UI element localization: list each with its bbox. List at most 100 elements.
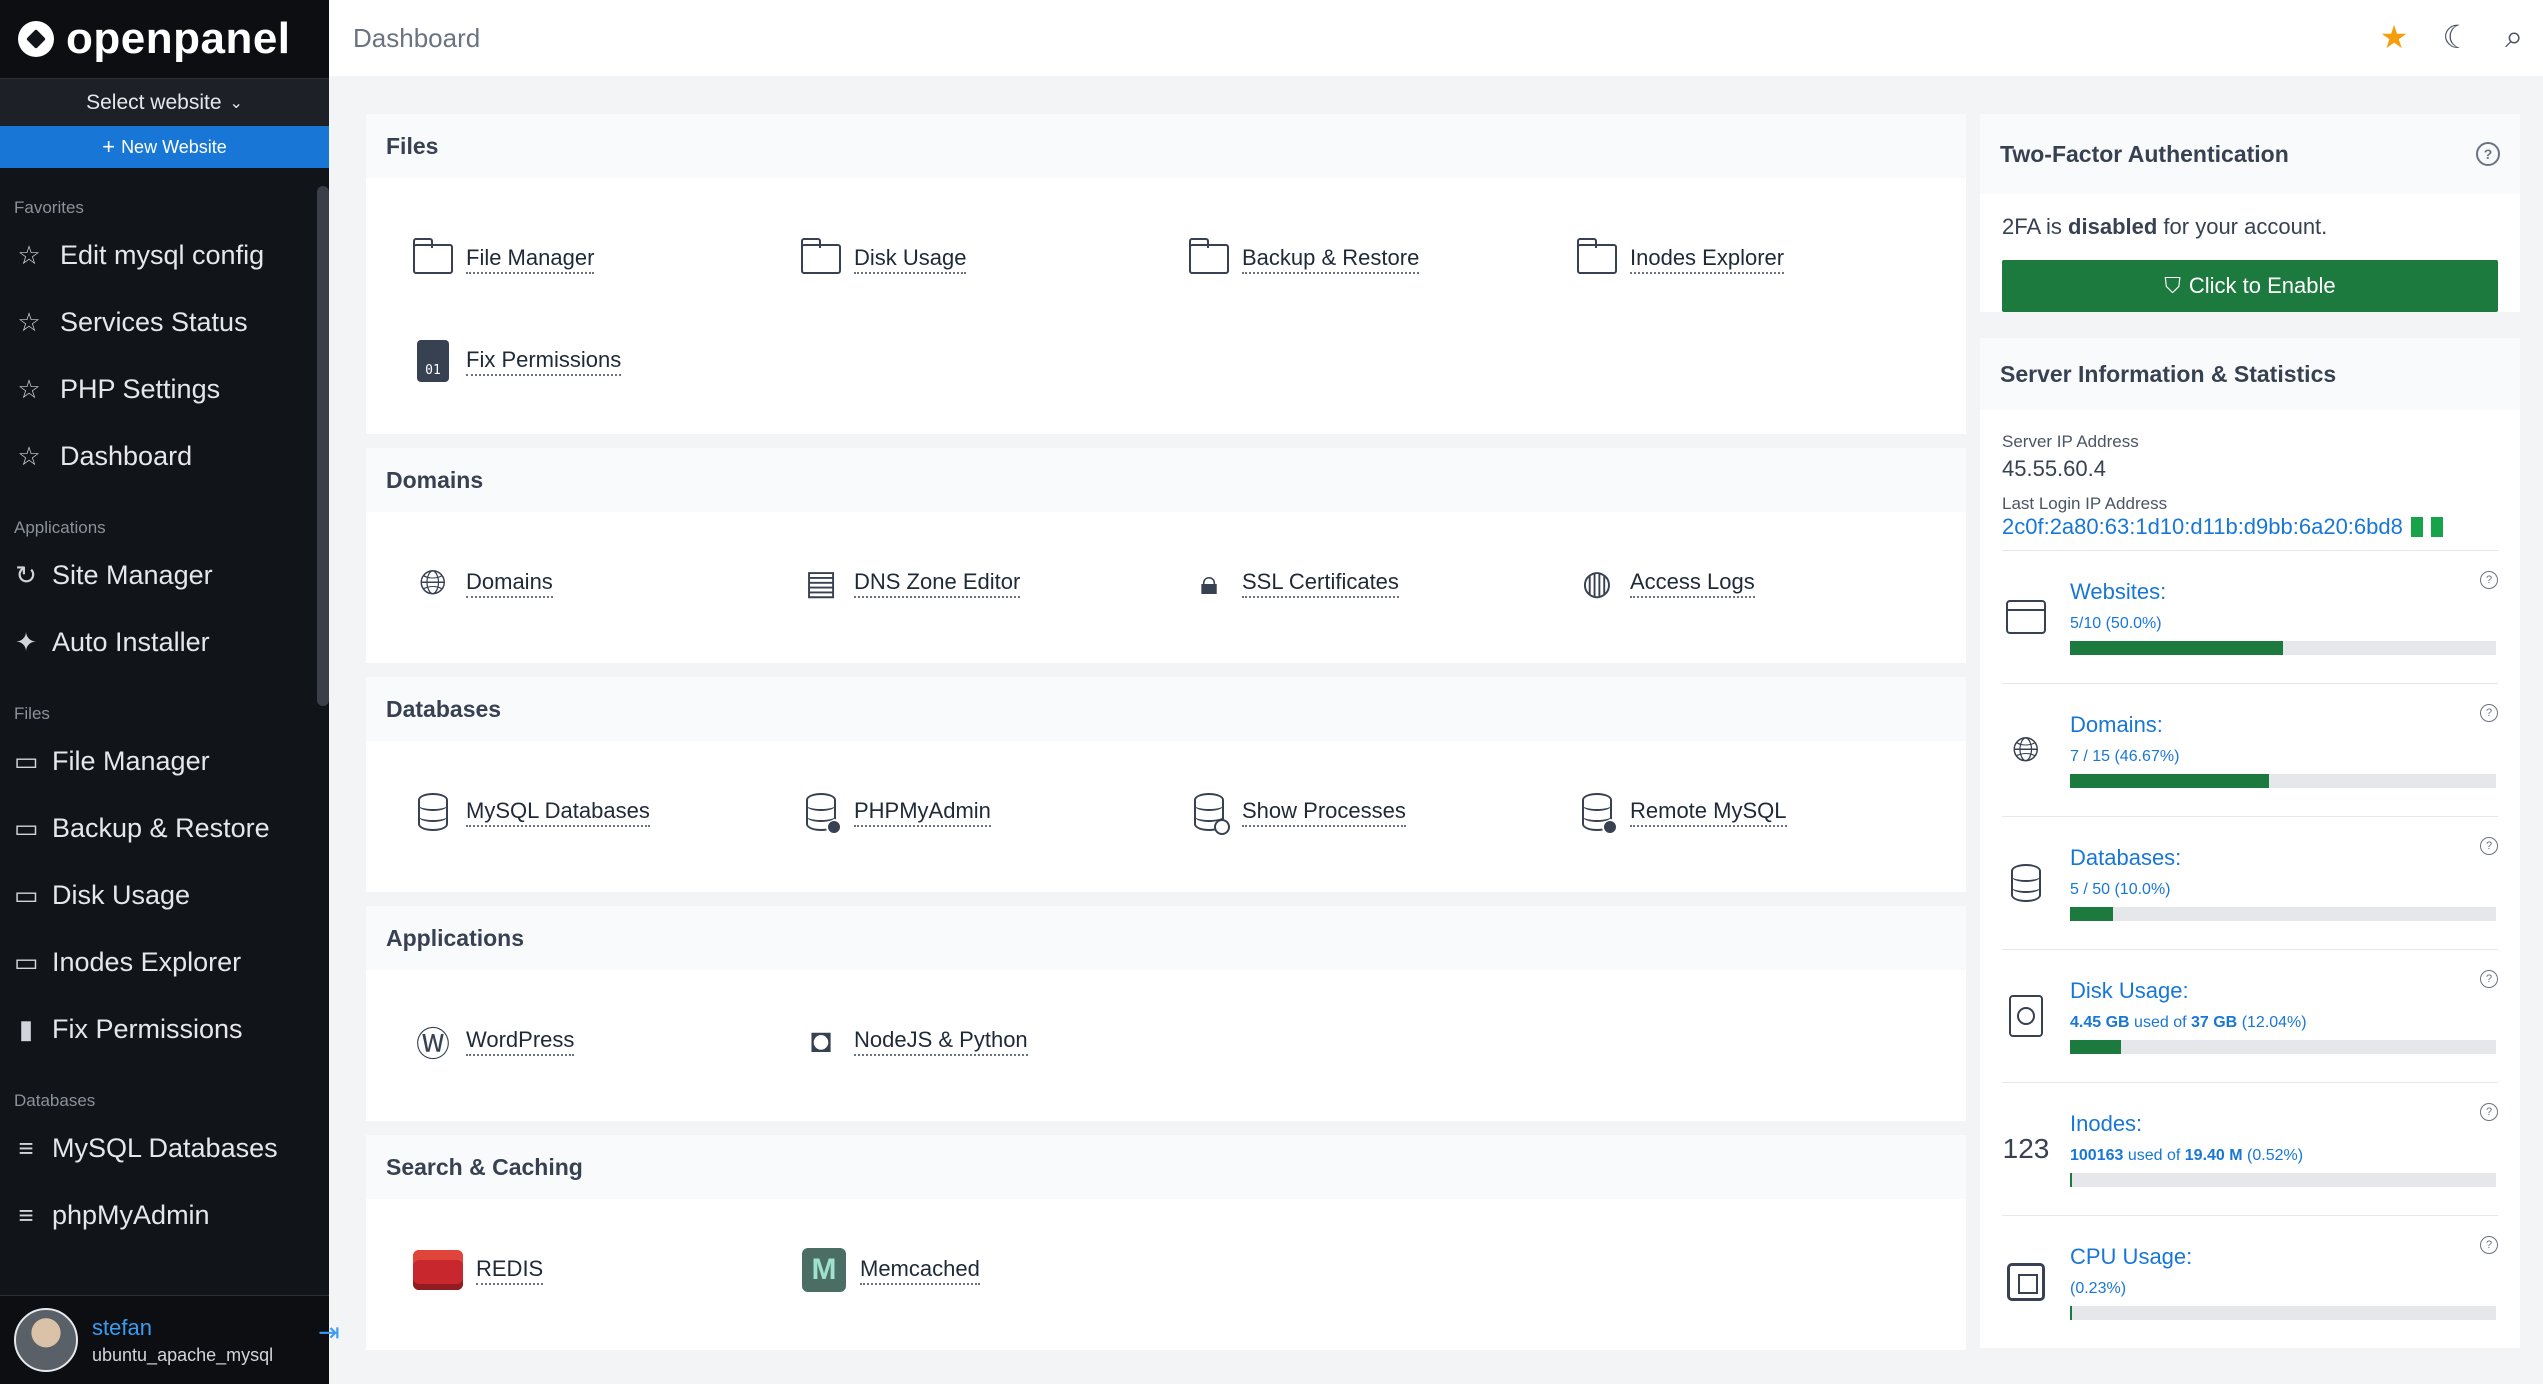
search-icon[interactable]: ⌕ (2505, 18, 2523, 56)
user-bar[interactable]: stefan ubuntu_apache_mysql (0, 1295, 329, 1384)
database-icon (412, 791, 454, 833)
stat-name[interactable]: Domains: (2070, 712, 2496, 738)
sidebar-item-backup-restore[interactable]: ▭ Backup & Restore (0, 795, 315, 862)
sidebar-item-dashboard[interactable]: ☆ Dashboard (0, 423, 315, 490)
tile-inodes-explorer[interactable]: Inodes Explorer (1576, 208, 1964, 310)
section-label-databases: Databases (14, 1091, 96, 1110)
tile-fix-permissions[interactable]: 01 Fix Permissions (412, 310, 800, 412)
enable-2fa-button[interactable]: ⛉ Click to Enable (2002, 260, 2498, 312)
files-card: Files File Manager Disk Usage Backup & R… (366, 114, 1966, 434)
tile-show-processes[interactable]: Show Processes (1188, 761, 1576, 863)
section-label-files: Files (14, 704, 50, 723)
sidebar-item-edit-mysql-config[interactable]: ☆ Edit mysql config (0, 222, 315, 289)
tile-access-logs[interactable]: ◍ Access Logs (1576, 532, 1964, 634)
tile-redis[interactable]: REDIS (412, 1219, 800, 1321)
folder-x-icon: ▭ (14, 947, 39, 977)
logout-icon[interactable]: ⇥ (318, 1317, 340, 1348)
tile-ssl-certificates[interactable]: 🔒︎ SSL Certificates (1188, 532, 1576, 634)
help-icon[interactable]: ? (2480, 1103, 2498, 1121)
app-indicator-icon: ◘ (810, 1021, 832, 1060)
database-icon (2002, 859, 2050, 907)
stat-value: (0.23%) (2070, 1280, 2127, 1297)
sidebar-item-fix-permissions[interactable]: ▮ Fix Permissions (0, 996, 315, 1063)
folder-plus-icon: ▭ (14, 880, 39, 910)
star-outline-icon: ☆ (17, 240, 41, 270)
sidebar-item-disk-usage[interactable]: ▭ Disk Usage (0, 862, 315, 929)
star-outline-icon: ☆ (17, 374, 41, 404)
sidebar-item-inodes-explorer[interactable]: ▭ Inodes Explorer (0, 929, 315, 996)
sidebar-item-php-settings[interactable]: ☆ PHP Settings (0, 356, 315, 423)
twofa-card: Two-Factor Authentication ? 2FA is disab… (1980, 114, 2520, 312)
caching-card-title: Search & Caching (366, 1135, 1966, 1199)
tile-label: WordPress (466, 1027, 575, 1056)
help-icon[interactable]: ? (2480, 837, 2498, 855)
tile-wordpress[interactable]: Ⓦ WordPress (412, 990, 800, 1092)
tile-disk-usage[interactable]: Disk Usage (800, 208, 1188, 310)
star-outline-icon: ☆ (17, 307, 41, 337)
help-icon[interactable]: ? (2480, 704, 2498, 722)
tile-file-manager[interactable]: File Manager (412, 208, 800, 310)
tile-label: MySQL Databases (466, 798, 650, 827)
select-website-dropdown[interactable]: Select website ⌄ (0, 78, 329, 126)
sidebar-item-mysql-databases[interactable]: ≡ MySQL Databases (0, 1115, 315, 1182)
star-icon[interactable]: ★ (2380, 18, 2409, 56)
tile-label: Backup & Restore (1242, 245, 1420, 274)
tile-remote-mysql[interactable]: Remote MySQL (1576, 761, 1964, 863)
cpu-chip-icon (2002, 1258, 2050, 1306)
server-title: Server Information & Statistics (1980, 338, 2520, 410)
moon-icon[interactable]: ☾ (2442, 18, 2471, 56)
databases-card: Databases MySQL Databases PHPMyAdmin Sho… (366, 677, 1966, 892)
tile-dns-zone-editor[interactable]: ▤ DNS Zone Editor (800, 532, 1188, 634)
help-icon[interactable]: ? (2480, 571, 2498, 589)
last-login-ip[interactable]: 2c0f:2a80:63:1d10:d11b:d9bb:6a20:6bd8 (2002, 514, 2498, 540)
disk-pct: (12.04%) (2241, 1014, 2307, 1031)
stat-name[interactable]: Inodes: (2070, 1111, 2496, 1137)
inodes-used: 100163 (2070, 1147, 2124, 1164)
stat-name[interactable]: Disk Usage: (2070, 978, 2496, 1004)
tile-backup-restore[interactable]: Backup & Restore (1188, 208, 1576, 310)
sidebar-item-services-status[interactable]: ☆ Services Status (0, 289, 315, 356)
database-info-icon (800, 791, 842, 835)
main-content: Files File Manager Disk Usage Backup & R… (366, 114, 1966, 1364)
tile-memcached[interactable]: M Memcached (800, 1219, 1188, 1321)
help-icon[interactable]: ? (2476, 142, 2500, 166)
sidebar-scrollbar[interactable] (317, 186, 329, 706)
inodes-total: 19.40 M (2184, 1147, 2243, 1164)
hard-drive-icon (2002, 992, 2050, 1040)
sidebar-item-file-manager[interactable]: ▭ File Manager (0, 728, 315, 795)
folder-plus-icon (800, 238, 842, 280)
avatar (14, 1308, 78, 1372)
twofa-title: Two-Factor Authentication ? (1980, 114, 2520, 194)
sidebar-item-label: Edit mysql config (60, 240, 265, 270)
sidebar-item-auto-installer[interactable]: ✦ Auto Installer (0, 609, 315, 676)
shield-check-icon: ⛉ (2164, 273, 2181, 298)
help-icon[interactable]: ? (2480, 1236, 2498, 1254)
tile-mysql-databases[interactable]: MySQL Databases (412, 761, 800, 863)
sidebar-item-phpmyadmin[interactable]: ≡ phpMyAdmin (0, 1182, 315, 1249)
folder-check-icon: ▭ (14, 813, 39, 843)
sidebar-item-site-manager[interactable]: ↻ Site Manager (0, 542, 315, 609)
sidebar-item-label: PHP Settings (60, 374, 221, 404)
stat-name[interactable]: CPU Usage: (2070, 1244, 2496, 1270)
stat-name[interactable]: Databases: (2070, 845, 2496, 871)
new-website-button[interactable]: + New Website (0, 126, 329, 168)
stat-name[interactable]: Websites: (2070, 579, 2496, 605)
last-login-ip-text: 2c0f:2a80:63:1d10:d11b:d9bb:6a20:6bd8 (2002, 514, 2403, 539)
progress-bar (2070, 1306, 2496, 1320)
tile-domains[interactable]: 🌐︎ Domains (412, 532, 800, 634)
server-ip-label: Server IP Address (2002, 432, 2139, 451)
stat-value: 5/10 (50.0%) (2070, 615, 2162, 632)
tile-nodejs-python[interactable]: ◘ NodeJS & Python (800, 990, 1188, 1092)
progress-bar (2070, 1173, 2496, 1187)
tile-phpmyadmin[interactable]: PHPMyAdmin (800, 761, 1188, 863)
brand[interactable]: openpanel (0, 0, 329, 78)
user-name[interactable]: stefan (92, 1315, 273, 1341)
tile-label: Remote MySQL (1630, 798, 1787, 827)
globe-icon: 🌐︎ (2012, 730, 2040, 769)
ip-block: Server IP Address 45.55.60.4 Last Login … (1980, 410, 2520, 550)
tile-label: REDIS (476, 1256, 544, 1285)
stat-value: 5 / 50 (10.0%) (2070, 881, 2171, 898)
progress-fill (2070, 1040, 2122, 1054)
help-icon[interactable]: ? (2480, 970, 2498, 988)
tile-label: Show Processes (1242, 798, 1406, 827)
